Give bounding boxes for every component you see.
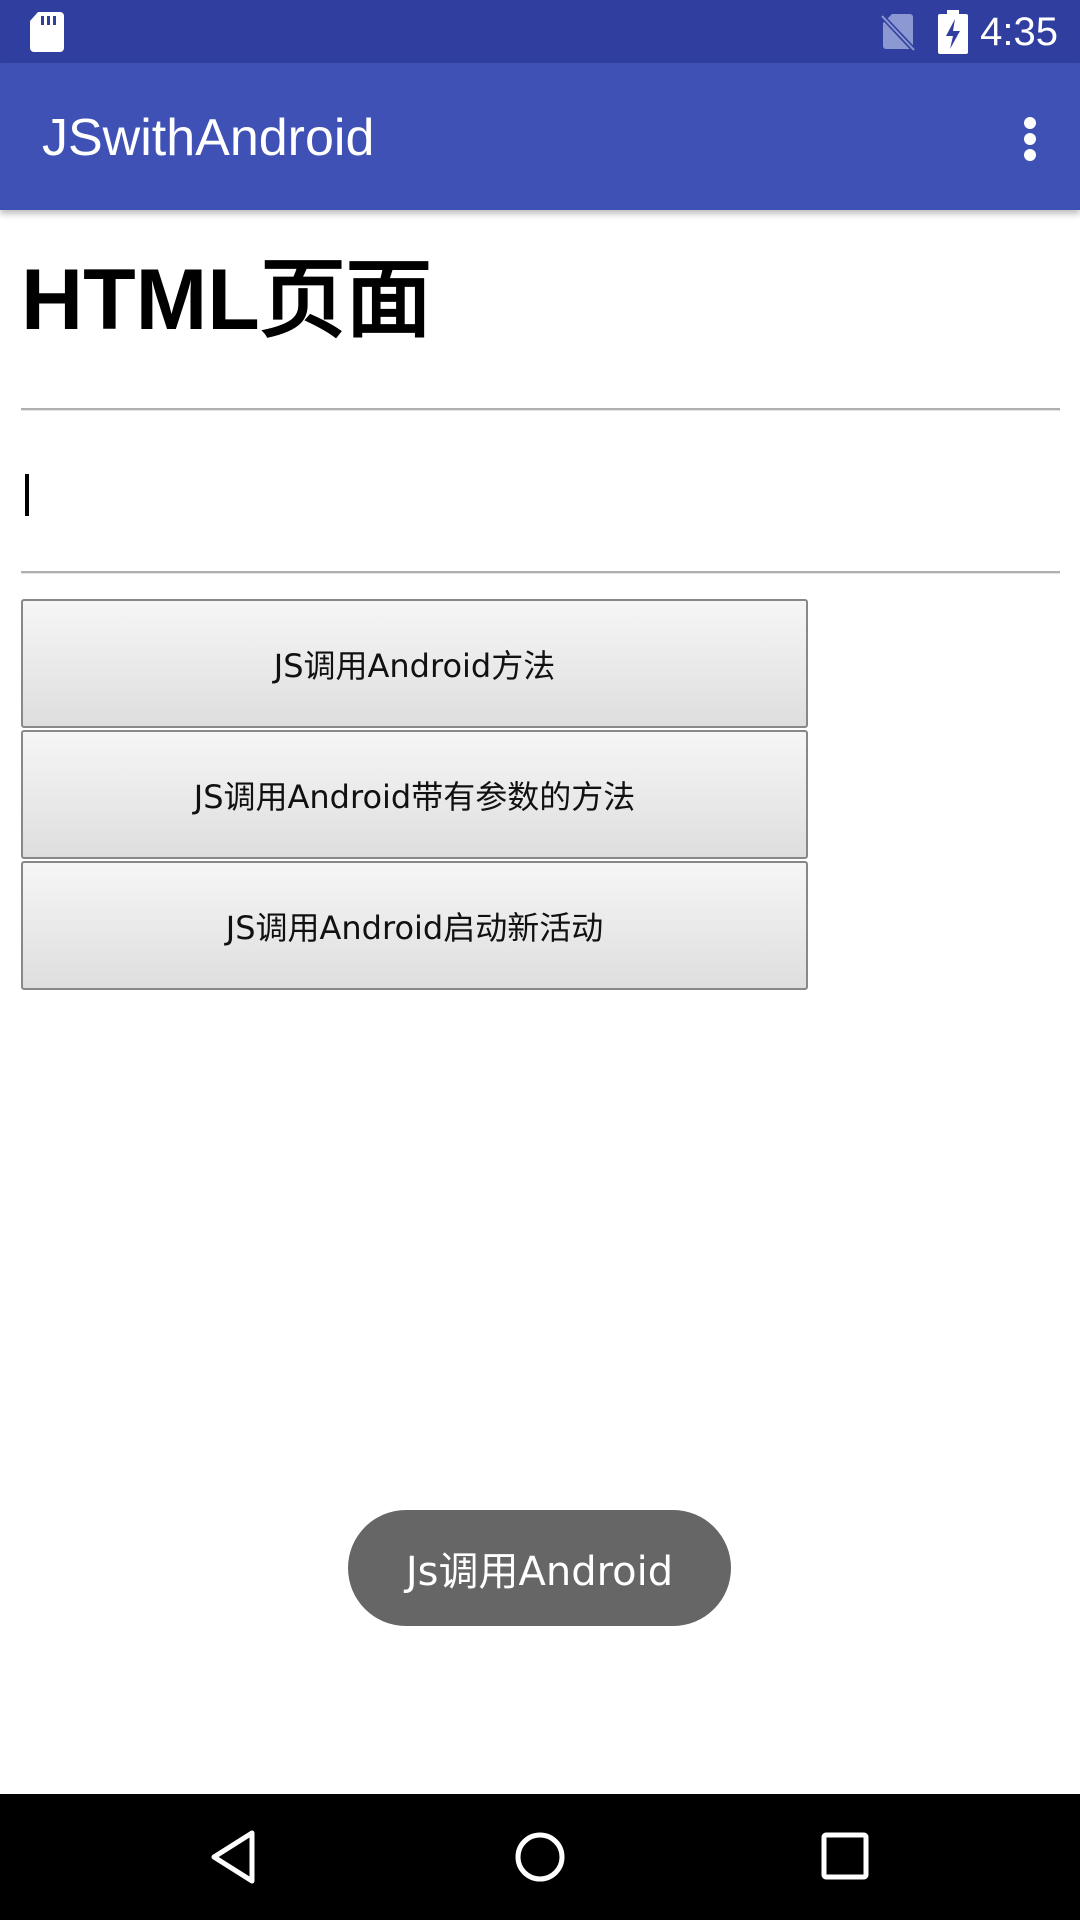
start-new-activity-button[interactable]: JS调用Android启动新活动 [21, 861, 808, 990]
toast-message: Js调用Android [348, 1510, 731, 1626]
call-android-method-button[interactable]: JS调用Android方法 [21, 599, 808, 728]
sd-card-icon [30, 12, 64, 52]
text-caret [25, 474, 29, 516]
no-sim-icon [880, 14, 916, 52]
battery-charging-icon [938, 10, 968, 54]
page-heading: HTML页面 [21, 252, 432, 348]
back-icon[interactable] [208, 1829, 258, 1885]
home-icon[interactable] [513, 1830, 567, 1884]
app-bar: JSwithAndroid [0, 63, 1080, 210]
horizontal-rule [21, 571, 1060, 574]
status-bar: 4:35 [0, 0, 1080, 63]
navigation-bar [0, 1794, 1080, 1920]
overflow-menu-icon[interactable] [1000, 103, 1060, 173]
status-clock: 4:35 [980, 10, 1058, 54]
app-title: JSwithAndroid [42, 109, 375, 167]
text-area[interactable] [21, 410, 1021, 560]
call-android-method-with-params-button[interactable]: JS调用Android带有参数的方法 [21, 730, 808, 859]
recents-icon[interactable] [820, 1831, 870, 1881]
